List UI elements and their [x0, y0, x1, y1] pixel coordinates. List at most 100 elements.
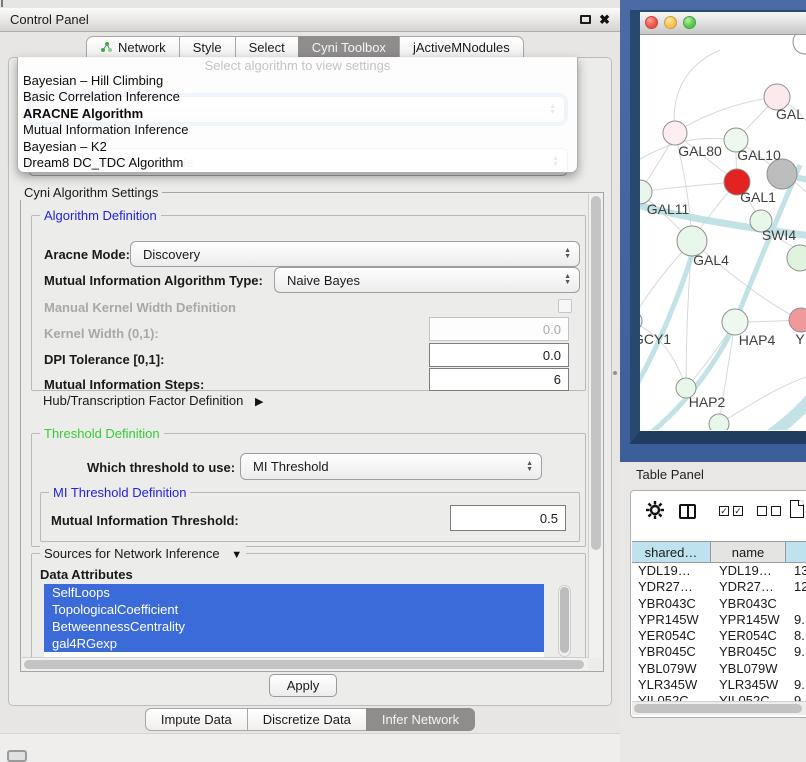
status-area — [0, 733, 620, 762]
algorithm-definition-group: Algorithm Definition Aracne Mode: Discov… — [31, 215, 586, 391]
attribute-item-selected[interactable]: gal4RGexp — [44, 635, 544, 652]
tab-label: Cyni Toolbox — [312, 40, 386, 55]
table-cell: YLR345W — [632, 677, 711, 693]
bottom-tab-discretize-data[interactable]: Discretize Data — [247, 708, 367, 731]
attribute-item-selected[interactable]: BetweennessCentrality — [44, 618, 544, 635]
gear-icon[interactable] — [645, 500, 665, 520]
table-cell: 9. — [786, 612, 806, 628]
tab-cyni-toolbox[interactable]: Cyni Toolbox — [298, 36, 400, 58]
split-pane-handle[interactable] — [613, 371, 617, 375]
column-header-a[interactable]: A — [786, 541, 806, 563]
table-row[interactable]: YDL19…YDL19…13 — [632, 563, 806, 579]
combo-arrows-icon: ▲▼ — [564, 248, 571, 260]
algorithm-option[interactable]: Basic Correlation Inference — [18, 89, 577, 105]
new-table-icon[interactable] — [790, 500, 804, 518]
tab-style[interactable]: Style — [179, 36, 236, 58]
table-row[interactable]: YBR043CYBR043C — [632, 596, 806, 612]
table-row[interactable]: YLR345WYLR345W9. — [632, 677, 806, 693]
node-label-hap2: HAP2 — [689, 394, 726, 410]
float-window-icon[interactable] — [580, 15, 591, 24]
mi-type-combobox[interactable]: Naive Bayes ▲▼ — [274, 267, 580, 293]
node-unlabeled[interactable] — [793, 35, 806, 54]
node-unlabeled[interactable] — [767, 159, 797, 189]
table-cell: 12 — [786, 579, 806, 595]
control-panel-titlebar: Control Panel ✖ — [0, 8, 620, 32]
unchecked-pair-icon[interactable] — [757, 506, 781, 516]
algorithm-option[interactable]: Bayesian – Hill Climbing — [18, 73, 577, 89]
table-row[interactable]: YER054CYER054C8. — [632, 628, 806, 644]
sources-legend[interactable]: Sources for Network Inference ▼ — [40, 546, 246, 561]
node-unlabeled[interactable] — [709, 414, 729, 430]
dpi-tolerance-label: DPI Tolerance [0,1]: — [44, 352, 164, 367]
node-label-gal11: GAL11 — [647, 201, 690, 217]
tab-label: Network — [118, 40, 166, 55]
algorithm-option[interactable]: Dream8 DC_TDC Algorithm — [18, 155, 577, 171]
node-label-gal10: GAL10 — [737, 147, 781, 163]
expander-right-icon: ▶ — [255, 395, 263, 408]
table-cell: 9. — [786, 644, 806, 660]
table-cell: YBL079W — [711, 661, 786, 677]
algorithm-option[interactable]: Mutual Information Inference — [18, 122, 577, 138]
node-unlabeled[interactable] — [787, 245, 806, 271]
apply-button-label: Apply — [287, 678, 320, 693]
close-icon[interactable]: ✖ — [599, 15, 610, 25]
combo-arrows-icon: ▲▼ — [564, 274, 571, 286]
settings-vertical-scrollbar[interactable] — [588, 194, 602, 658]
aracne-mode-combobox[interactable]: Discovery ▲▼ — [130, 241, 580, 267]
attribute-item-selected[interactable]: SelfLoops — [44, 584, 544, 601]
network-canvas[interactable]: GALGAL80GAL10GAL1GAL11SWI4GAL4GCY1HAP4YH… — [640, 35, 806, 430]
which-threshold-label: Which threshold to use: — [87, 460, 235, 475]
which-threshold-combobox[interactable]: MI Threshold ▲▼ — [240, 453, 542, 480]
table-row[interactable]: YDR27…YDR27…12 — [632, 579, 806, 595]
bottom-tab-infer-network[interactable]: Infer Network — [366, 708, 475, 731]
mi-steps-field[interactable]: 6 — [429, 368, 569, 391]
column-header-shared[interactable]: shared… — [632, 541, 711, 563]
table-row[interactable]: YPR145WYPR145W9. — [632, 612, 806, 628]
mi-steps-label: Mutual Information Steps: — [44, 377, 204, 392]
table-cell: YDL19… — [711, 563, 786, 579]
settings-horizontal-scrollbar[interactable] — [22, 657, 588, 670]
table-cell: YBR045C — [711, 644, 786, 660]
column-header-name[interactable]: name — [711, 541, 786, 563]
table-row[interactable]: YBR045CYBR045C9. — [632, 644, 806, 660]
mi-type-value: Naive Bayes — [287, 273, 360, 288]
kernel-width-field[interactable]: 0.0 — [429, 317, 569, 341]
minimize-traffic-light-icon[interactable] — [664, 16, 677, 29]
table-rows: YDL19…YDL19…13YDR27…YDR27…12YBR043CYBR04… — [632, 563, 806, 710]
right-workspace: GALGAL80GAL10GAL1GAL11SWI4GAL4GCY1HAP4YH… — [620, 0, 806, 762]
manual-kernel-width-checkbox[interactable] — [558, 299, 572, 313]
apply-button[interactable]: Apply — [269, 674, 337, 697]
node-y[interactable] — [789, 308, 806, 332]
close-traffic-light-icon[interactable] — [645, 16, 658, 29]
bottom-tab-impute-data[interactable]: Impute Data — [145, 708, 248, 731]
algorithm-dropdown-list: Select algorithm to view settings Bayesi… — [17, 57, 578, 173]
algorithm-option[interactable]: Bayesian – K2 — [18, 139, 577, 155]
dpi-tolerance-value: 0.0 — [543, 348, 561, 363]
split-columns-icon[interactable] — [679, 504, 696, 519]
attribute-item-selected[interactable]: TopologicalCoefficient — [44, 601, 544, 618]
tab-select[interactable]: Select — [235, 36, 299, 58]
control-panel-title: Control Panel — [10, 12, 89, 27]
node-gal80[interactable] — [663, 121, 687, 145]
algorithm-option[interactable]: ARACNE Algorithm — [18, 106, 577, 122]
data-attributes-list[interactable]: SelfLoopsTopologicalCoefficientBetweenne… — [44, 584, 544, 658]
mi-threshold-field[interactable]: 0.5 — [450, 505, 566, 531]
minimized-panel-icon[interactable] — [7, 750, 27, 762]
mi-type-label: Mutual Information Algorithm Type: — [44, 273, 263, 288]
zoom-traffic-light-icon[interactable] — [683, 16, 696, 29]
table-horizontal-scrollbar[interactable] — [632, 701, 806, 715]
network-window-titlebar[interactable] — [640, 12, 806, 35]
hub-factor-expander[interactable]: Hub/Transcription Factor Definition ▶ — [43, 393, 263, 408]
manual-kernel-width-label: Manual Kernel Width Definition — [44, 300, 236, 315]
dpi-tolerance-field[interactable]: 0.0 — [429, 343, 569, 367]
attributes-scrollbar[interactable] — [558, 585, 571, 657]
mi-threshold-legend: MI Threshold Definition — [49, 485, 190, 500]
sources-group: Sources for Network Inference ▼ Data Att… — [31, 553, 586, 665]
threshold-definition-legend: Threshold Definition — [40, 426, 164, 441]
table-row[interactable]: YBL079WYBL079W — [632, 661, 806, 677]
tab-network[interactable]: Network — [86, 36, 180, 58]
tab-jactivemnodules[interactable]: jActiveMNodules — [399, 36, 524, 58]
data-attributes-label: Data Attributes — [40, 567, 133, 582]
checked-pair-icon[interactable]: ✓✓ — [719, 506, 743, 516]
node-gcy1[interactable] — [640, 311, 642, 331]
